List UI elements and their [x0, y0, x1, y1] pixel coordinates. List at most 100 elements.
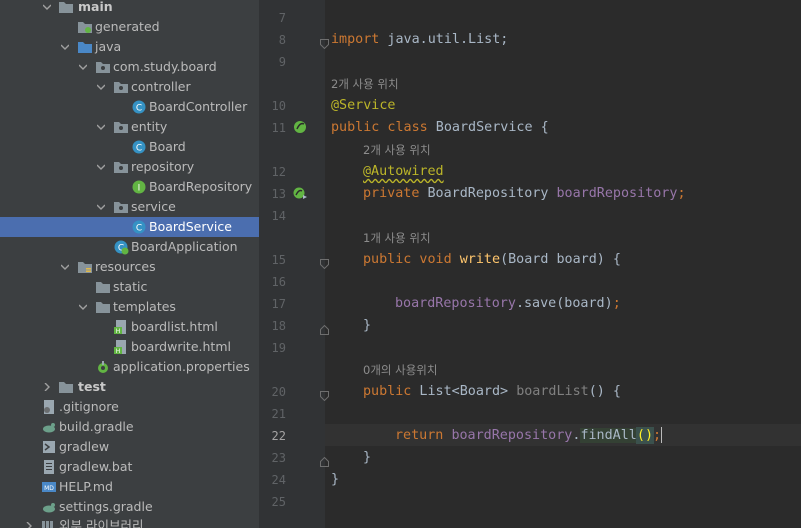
tree-item-resources[interactable]: resources: [0, 257, 259, 277]
usage-hint[interactable]: 0개의 사용위치: [363, 359, 437, 381]
tree-item-file-gitignore[interactable]: .gitignore: [0, 397, 259, 417]
tree-item-file-help-md[interactable]: MD HELP.md: [0, 477, 259, 497]
tree-item-label: BoardService: [149, 219, 232, 234]
text-file-icon: [41, 459, 57, 475]
annotation: @Autowired: [363, 164, 444, 179]
line-number: 12: [271, 165, 286, 179]
folder-icon: [77, 19, 93, 35]
tree-item-label: generated: [95, 19, 160, 34]
code-line-17[interactable]: boardRepository.save(board);: [395, 293, 621, 315]
project-tree: main generated java com.study.board cont…: [0, 0, 259, 528]
tree-item-package-com-study-board[interactable]: com.study.board: [0, 57, 259, 77]
chevron-down-icon[interactable]: [43, 3, 51, 10]
package-icon: [113, 119, 129, 135]
code-line-20[interactable]: public List<Board> boardList() {: [363, 381, 621, 403]
svg-text:I: I: [138, 184, 141, 194]
properties-file-icon: [95, 359, 111, 375]
chevron-down-icon[interactable]: [97, 123, 105, 130]
line-number: 7: [278, 11, 286, 25]
keyword: return: [395, 428, 444, 443]
field-name: boardRepository: [451, 428, 573, 443]
spring-autowired-icon[interactable]: [292, 185, 308, 201]
svg-text:MD: MD: [44, 485, 54, 492]
folder-icon: [95, 299, 111, 315]
line-number: 24: [271, 473, 286, 487]
tree-item-static[interactable]: static: [0, 277, 259, 297]
tree-item-file-settings-gradle[interactable]: settings.gradle: [0, 497, 259, 517]
chevron-right-icon[interactable]: [25, 522, 32, 528]
tree-item-file-boardapplication[interactable]: C BoardApplication: [0, 237, 259, 257]
tree-item-file-boardcontroller[interactable]: C BoardController: [0, 97, 259, 117]
java-class-icon: C: [131, 139, 147, 155]
code-line-23[interactable]: }: [363, 447, 371, 469]
tree-item-package-repository[interactable]: repository: [0, 157, 259, 177]
chevron-down-icon[interactable]: [97, 83, 105, 90]
chevron-down-icon[interactable]: [61, 263, 69, 270]
line-number: 11: [271, 121, 286, 135]
chevron-down-icon[interactable]: [97, 203, 105, 210]
java-class-icon: C: [131, 99, 147, 115]
tree-item-main[interactable]: main: [0, 0, 259, 17]
tree-item-java[interactable]: java: [0, 37, 259, 57]
tree-item-package-entity[interactable]: entity: [0, 117, 259, 137]
field-name: boardRepository: [556, 186, 678, 201]
tree-item-file-boardrepository[interactable]: I BoardRepository: [0, 177, 259, 197]
tree-item-label: boardlist.html: [131, 319, 218, 334]
code-line-15[interactable]: public void write(Board board) {: [363, 249, 621, 271]
html-file-icon: H: [113, 319, 129, 335]
tree-item-label: com.study.board: [113, 59, 217, 74]
folder-icon: [58, 0, 74, 15]
code-line-12[interactable]: @Autowired: [363, 161, 444, 183]
tree-item-label: main: [78, 0, 113, 14]
code-line-11[interactable]: public class BoardService {: [331, 117, 549, 139]
java-interface-icon: I: [131, 179, 147, 195]
spring-bean-icon[interactable]: [292, 119, 308, 135]
method-call: findAll: [580, 428, 637, 443]
tree-item-file-application-properties[interactable]: application.properties: [0, 357, 259, 377]
tree-item-file-gradlew[interactable]: gradlew: [0, 437, 259, 457]
usage-hint[interactable]: 2개 사용 위치: [331, 73, 399, 95]
usage-hint[interactable]: 1개 사용 위치: [363, 227, 431, 249]
tree-item-package-service[interactable]: service: [0, 197, 259, 217]
code-line-22[interactable]: return boardRepository.findAll();: [395, 425, 663, 447]
chevron-down-icon[interactable]: [61, 43, 69, 50]
tree-item-file-boardlist-html[interactable]: H boardlist.html: [0, 317, 259, 337]
tree-item-file-boardservice[interactable]: C BoardService: [0, 217, 259, 237]
method-name-unused: boardList: [516, 384, 589, 399]
source-folder-icon: [77, 39, 93, 55]
library-icon: [40, 518, 56, 528]
tree-item-file-build-gradle[interactable]: build.gradle: [0, 417, 259, 437]
folder-icon: [95, 279, 111, 295]
tree-item-generated[interactable]: generated: [0, 17, 259, 37]
gitignore-file-icon: [41, 399, 57, 415]
tree-item-file-board[interactable]: C Board: [0, 137, 259, 157]
tree-item-label: gradlew.bat: [59, 459, 133, 474]
tree-item-file-boardwrite-html[interactable]: H boardwrite.html: [0, 337, 259, 357]
chevron-down-icon[interactable]: [79, 303, 87, 310]
tree-item-label: 외부 라이브러리: [59, 518, 144, 528]
tree-item-external-libraries[interactable]: 외부 라이브러리: [0, 516, 259, 528]
semicolon: ;: [612, 296, 621, 311]
chevron-right-icon[interactable]: [43, 383, 50, 391]
svg-text:C: C: [136, 144, 142, 154]
keyword: private: [363, 186, 420, 201]
method-name: write: [451, 252, 501, 267]
tree-item-file-gradlew-bat[interactable]: gradlew.bat: [0, 457, 259, 477]
semicolon: ;: [677, 186, 686, 201]
chevron-down-icon[interactable]: [97, 163, 105, 170]
text-caret: [661, 427, 663, 443]
chevron-down-icon[interactable]: [79, 63, 87, 70]
svg-text:C: C: [136, 104, 142, 114]
code-line-8[interactable]: import java.util.List;: [331, 29, 508, 51]
tree-item-test[interactable]: test: [0, 377, 259, 397]
code-line-10[interactable]: @Service: [331, 95, 396, 117]
line-number: 17: [271, 297, 286, 311]
code-line-24[interactable]: }: [331, 469, 339, 491]
code-line-18[interactable]: }: [363, 315, 371, 337]
tree-item-package-controller[interactable]: controller: [0, 77, 259, 97]
tree-item-templates[interactable]: templates: [0, 297, 259, 317]
usage-hint[interactable]: 2개 사용 위치: [363, 139, 431, 161]
code-line-13[interactable]: private BoardRepository boardRepository;: [363, 183, 686, 205]
panel-divider[interactable]: [259, 0, 266, 528]
folder-icon: [58, 379, 74, 395]
